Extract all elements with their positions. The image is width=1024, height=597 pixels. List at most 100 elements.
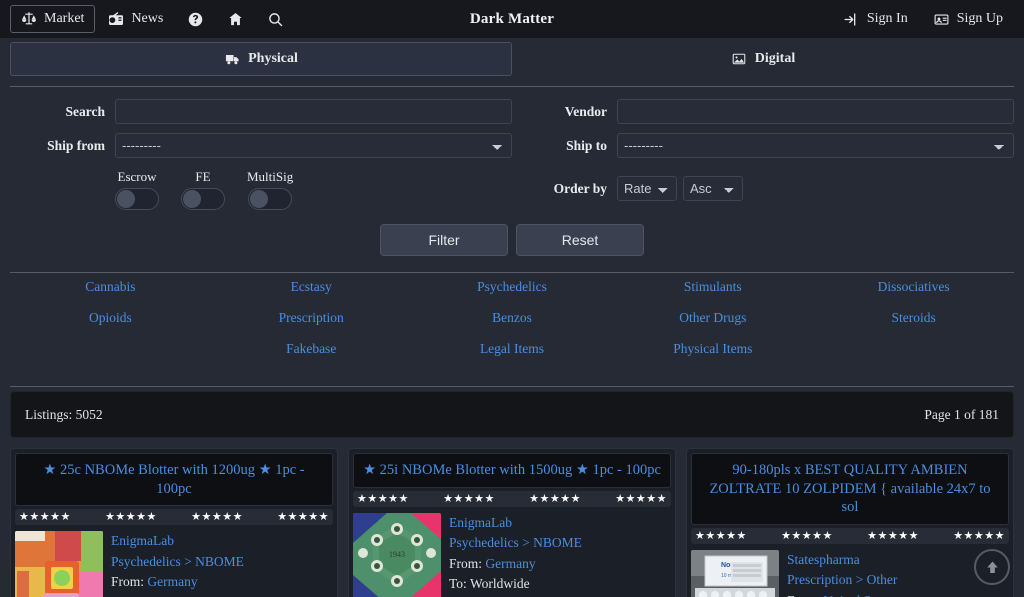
- navbar-left-group: Market News: [10, 5, 294, 33]
- star-group: ★★★★★: [781, 530, 833, 542]
- category-link-legal-items[interactable]: Legal Items: [412, 341, 613, 357]
- star-group: ★★★★★: [191, 511, 243, 523]
- search-icon: [267, 11, 283, 27]
- star-group: ★★★★★: [529, 493, 581, 505]
- help-circle-icon: [187, 11, 203, 27]
- ship-to-select[interactable]: ---------: [617, 133, 1014, 158]
- listing-cards: ★ 25c NBOMe Blotter with 1200ug ★ 1pc - …: [0, 438, 1024, 597]
- category-breadcrumb[interactable]: Psychedelics > NBOME: [111, 552, 333, 573]
- toggle-multisig[interactable]: MultiSig: [247, 169, 293, 210]
- vendor-link[interactable]: EnigmaLab: [111, 531, 333, 552]
- listing-card[interactable]: ★ 25c NBOMe Blotter with 1200ug ★ 1pc - …: [10, 448, 338, 597]
- categories-divider: [10, 386, 1014, 387]
- category-link-prescription[interactable]: Prescription: [211, 310, 412, 326]
- ship-to-label: Ship to: [512, 138, 617, 154]
- navbar-right-group: Sign In Sign Up: [833, 5, 1014, 33]
- ship-from-country[interactable]: United States: [823, 593, 895, 597]
- toggle-fe-label: FE: [195, 169, 210, 185]
- sign-in-button[interactable]: Sign In: [833, 5, 919, 33]
- search-label: Search: [10, 104, 115, 120]
- star-group: ★★★★★: [443, 493, 495, 505]
- nav-item-help[interactable]: [176, 5, 214, 33]
- category-spacer: [813, 341, 1014, 357]
- sign-in-icon: [844, 11, 860, 27]
- category-link-physical-items[interactable]: Physical Items: [612, 341, 813, 357]
- filter-actions: Filter Reset: [10, 224, 1014, 256]
- listing-title[interactable]: ★ 25i NBOMe Blotter with 1500ug ★ 1pc - …: [353, 453, 671, 488]
- category-breadcrumb[interactable]: Psychedelics > NBOME: [449, 533, 671, 554]
- order-by-select[interactable]: Rate: [617, 176, 677, 201]
- toggle-escrow-label: Escrow: [118, 169, 157, 185]
- filter-toggle-group: Escrow FE MultiSig: [10, 167, 512, 210]
- category-link-dissociatives[interactable]: Dissociatives: [813, 279, 1014, 295]
- toggle-multisig-label: MultiSig: [247, 169, 293, 185]
- sign-up-button[interactable]: Sign Up: [923, 5, 1014, 33]
- vendor-link[interactable]: EnigmaLab: [449, 513, 671, 534]
- star-group: ★★★★★: [105, 511, 157, 523]
- listing-title[interactable]: 90-180pls x BEST QUALITY AMBIEN ZOLTRATE…: [691, 453, 1009, 525]
- scroll-to-top-button[interactable]: [974, 549, 1010, 585]
- star-group: ★★★★★: [867, 530, 919, 542]
- star-group: ★★★★★: [695, 530, 747, 542]
- ship-to-row: To: Worldwide: [449, 574, 671, 595]
- toggle-multisig-switch[interactable]: [248, 188, 292, 210]
- toggle-escrow[interactable]: Escrow: [115, 169, 159, 210]
- nav-item-news[interactable]: News: [97, 5, 174, 33]
- ship-to-label: To:: [449, 576, 467, 591]
- category-link-ecstasy[interactable]: Ecstasy: [211, 279, 412, 295]
- category-link-stimulants[interactable]: Stimulants: [612, 279, 813, 295]
- listing-body: Norta 10 mg: [691, 550, 1009, 597]
- tab-digital[interactable]: Digital: [512, 42, 1014, 76]
- star-group: ★★★★★: [615, 493, 667, 505]
- category-link-opioids[interactable]: Opioids: [10, 310, 211, 326]
- listing-thumbnail[interactable]: Norta 10 mg: [691, 550, 779, 597]
- nav-item-market[interactable]: Market: [10, 5, 95, 33]
- filter-field-ship-from: Ship from ---------: [10, 133, 512, 158]
- category-spacer: [10, 341, 211, 357]
- nav-item-news-label: News: [131, 12, 163, 26]
- filter-button[interactable]: Filter: [380, 224, 508, 256]
- category-link-other-drugs[interactable]: Other Drugs: [612, 310, 813, 326]
- search-input[interactable]: [115, 99, 512, 124]
- nav-item-home[interactable]: [216, 5, 254, 33]
- category-link-psychedelics[interactable]: Psychedelics: [412, 279, 613, 295]
- listing-meta: EnigmaLab Psychedelics > NBOME From: Ger…: [449, 513, 671, 597]
- listing-thumbnail[interactable]: 1943: [353, 513, 441, 597]
- category-link-steroids[interactable]: Steroids: [813, 310, 1014, 326]
- listing-card[interactable]: ★ 25i NBOMe Blotter with 1500ug ★ 1pc - …: [348, 448, 676, 597]
- filter-form: Search Vendor Ship from --------- Ship t…: [0, 87, 1024, 262]
- filter-field-order-by: Order by Rate Asc: [512, 176, 1014, 201]
- truck-icon: [224, 51, 240, 67]
- reset-button[interactable]: Reset: [516, 224, 644, 256]
- star-group: ★★★★★: [953, 530, 1005, 542]
- radio-icon: [108, 11, 124, 27]
- category-links: Cannabis Ecstasy Psychedelics Stimulants…: [0, 273, 1024, 376]
- ship-from-country[interactable]: Germany: [485, 556, 535, 571]
- listings-count: Listings: 5052: [25, 407, 103, 423]
- listing-card[interactable]: 90-180pls x BEST QUALITY AMBIEN ZOLTRATE…: [686, 448, 1014, 597]
- ship-to-row: To: Worldwide: [111, 593, 333, 597]
- sign-up-label: Sign Up: [957, 12, 1003, 26]
- vendor-input[interactable]: [617, 99, 1014, 124]
- ship-from-label: From:: [111, 574, 144, 589]
- tab-physical[interactable]: Physical: [10, 42, 512, 76]
- order-direction-select[interactable]: Asc: [683, 176, 743, 201]
- ship-from-country[interactable]: Germany: [147, 574, 197, 589]
- ship-from-row: From: Germany: [449, 554, 671, 575]
- listing-title[interactable]: ★ 25c NBOMe Blotter with 1200ug ★ 1pc - …: [15, 453, 333, 506]
- category-link-cannabis[interactable]: Cannabis: [10, 279, 211, 295]
- filter-row-toggles-order: Escrow FE MultiSig Order by Rate Asc: [10, 167, 1014, 210]
- toggle-fe-switch[interactable]: [181, 188, 225, 210]
- nav-item-search[interactable]: [256, 5, 294, 33]
- toggle-fe[interactable]: FE: [181, 169, 225, 210]
- listing-meta: EnigmaLab Psychedelics > NBOME From: Ger…: [111, 531, 333, 597]
- category-link-benzos[interactable]: Benzos: [412, 310, 613, 326]
- star-group: ★★★★★: [357, 493, 409, 505]
- listings-summary-bar: Listings: 5052 Page 1 of 181: [10, 391, 1014, 438]
- listing-thumbnail[interactable]: [15, 531, 103, 597]
- category-link-fakebase[interactable]: Fakebase: [211, 341, 412, 357]
- ship-from-label: From:: [449, 556, 482, 571]
- toggle-escrow-switch[interactable]: [115, 188, 159, 210]
- marketplace-tabs: Physical Digital: [0, 38, 1024, 76]
- ship-from-select[interactable]: ---------: [115, 133, 512, 158]
